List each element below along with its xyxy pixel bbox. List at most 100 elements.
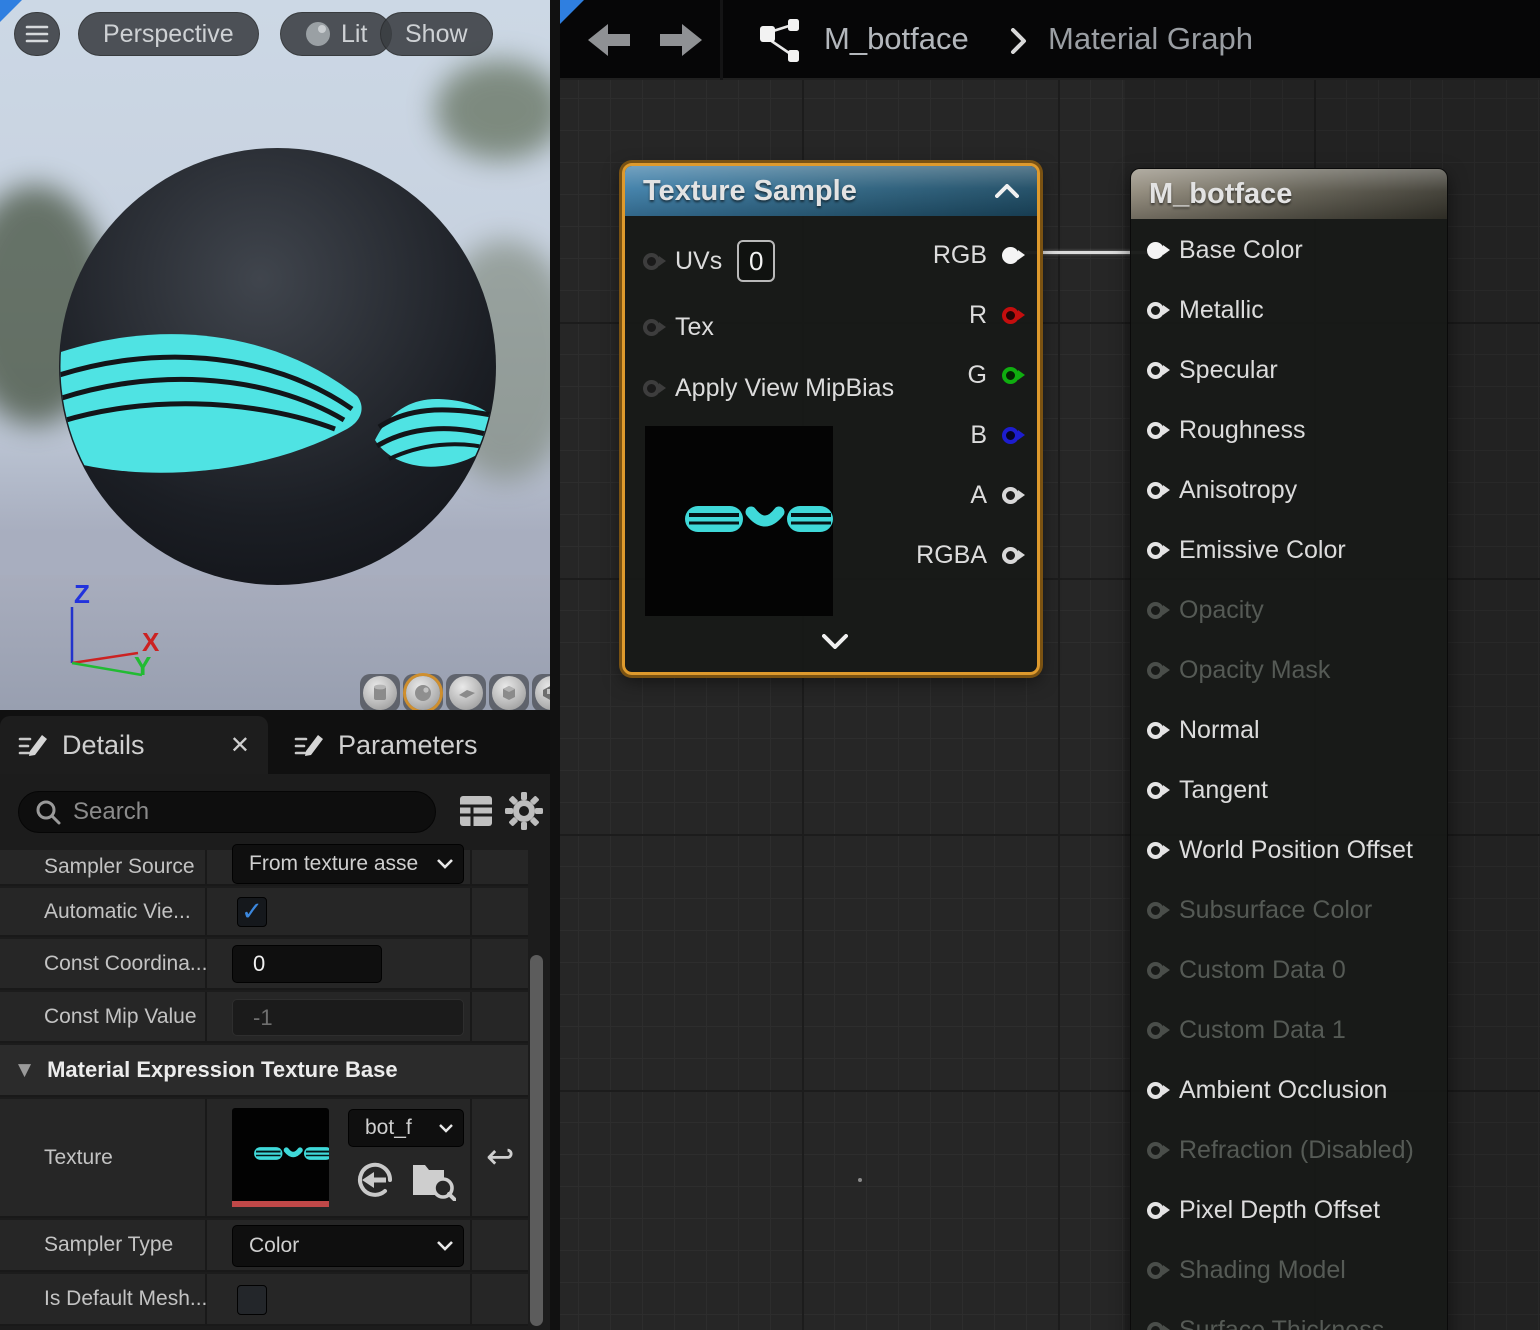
texture-sample-header[interactable]: Texture Sample — [625, 166, 1037, 216]
pin-row-shading-model: Shading Model — [1147, 1247, 1346, 1293]
reset-to-default-icon[interactable]: ↩ — [486, 1137, 515, 1177]
input-apply-view-mipbias[interactable]: Apply View MipBias — [643, 365, 894, 411]
pin-row-world-position-offset[interactable]: World Position Offset — [1147, 827, 1413, 873]
pin-tex[interactable] — [643, 319, 660, 336]
const-coordinate-input[interactable]: 0 — [232, 945, 382, 983]
expand-chevron-down-icon[interactable] — [822, 634, 848, 649]
show-button[interactable]: Show — [380, 12, 493, 56]
pin-base-color[interactable] — [1147, 242, 1164, 259]
pin-roughness[interactable] — [1147, 422, 1164, 439]
breadcrumb-asset[interactable]: M_botface — [824, 21, 969, 57]
pin-row-anisotropy[interactable]: Anisotropy — [1147, 467, 1297, 513]
pin-world-position-offset[interactable] — [1147, 842, 1164, 859]
pin-a[interactable] — [1002, 487, 1019, 504]
pin-tangent[interactable] — [1147, 782, 1164, 799]
pin-row-tangent[interactable]: Tangent — [1147, 767, 1268, 813]
pin-anisotropy[interactable] — [1147, 482, 1164, 499]
output-r[interactable]: R — [969, 292, 1019, 338]
pin-row-roughness[interactable]: Roughness — [1147, 407, 1305, 453]
lit-label: Lit — [341, 20, 367, 49]
pin-row-normal[interactable]: Normal — [1147, 707, 1260, 753]
lit-button[interactable]: Lit — [280, 12, 392, 56]
perspective-button[interactable]: Perspective — [78, 12, 259, 56]
pin-r[interactable] — [1002, 307, 1019, 324]
is-default-mesh-checkbox[interactable] — [237, 1285, 267, 1315]
pin-g[interactable] — [1002, 367, 1019, 384]
opacity-label: Opacity — [1179, 596, 1264, 625]
r-label: R — [969, 301, 987, 330]
pin-row-emissive-color[interactable]: Emissive Color — [1147, 527, 1346, 573]
lit-sphere-icon — [305, 21, 331, 47]
input-tex[interactable]: Tex — [643, 304, 714, 350]
pin-b[interactable] — [1002, 427, 1019, 444]
result-node-header[interactable]: M_botface — [1131, 169, 1447, 219]
shape-mesh-button[interactable] — [532, 674, 550, 710]
pin-rgba[interactable] — [1002, 547, 1019, 564]
cube-icon — [499, 683, 519, 703]
pin-normal[interactable] — [1147, 722, 1164, 739]
output-rgb[interactable]: RGB — [933, 232, 1019, 278]
texture-sample-node[interactable]: Texture Sample UVs 0 Tex Apply View MipB… — [622, 163, 1040, 675]
uvs-value-box[interactable]: 0 — [737, 240, 775, 282]
material-result-node[interactable]: M_botface Base Color Metallic Specular R… — [1130, 168, 1448, 1330]
automatic-view-checkbox[interactable]: ✓ — [237, 897, 267, 927]
back-icon[interactable] — [588, 24, 630, 56]
pin-specular[interactable] — [1147, 362, 1164, 379]
search-field[interactable] — [18, 791, 436, 833]
pin-uvs[interactable] — [643, 253, 660, 270]
opacity-mask-label: Opacity Mask — [1179, 656, 1330, 685]
pin-rgb[interactable] — [1002, 247, 1019, 264]
use-selected-asset-icon[interactable] — [356, 1161, 394, 1199]
browse-to-asset-icon[interactable] — [410, 1157, 456, 1201]
output-b[interactable]: B — [970, 412, 1019, 458]
pin-row-base-color[interactable]: Base Color — [1147, 227, 1303, 273]
display-filter-icon[interactable] — [458, 794, 494, 828]
sampler-source-dropdown[interactable]: From texture asse — [232, 844, 464, 884]
settings-gear-icon[interactable] — [504, 791, 544, 831]
pin-row-metallic[interactable]: Metallic — [1147, 287, 1264, 333]
pin-row-ambient-occlusion[interactable]: Ambient Occlusion — [1147, 1067, 1387, 1113]
texture-asset-dropdown[interactable]: bot_f — [348, 1109, 464, 1147]
pin-ambient-occlusion[interactable] — [1147, 1082, 1164, 1099]
shape-sphere-button[interactable] — [403, 674, 443, 710]
shape-cube-button[interactable] — [489, 674, 529, 710]
const-mip-value-label: Const Mip Value — [44, 1005, 197, 1029]
hamburger-icon — [25, 24, 49, 44]
sampler-type-dropdown[interactable]: Color — [232, 1225, 464, 1267]
rgba-label: RGBA — [916, 541, 987, 570]
active-panel-corner — [0, 0, 22, 22]
pin-apply-view-mipbias[interactable] — [643, 380, 660, 397]
const-coordinate-value: 0 — [253, 951, 265, 977]
search-input[interactable] — [73, 798, 403, 826]
material-preview-viewport[interactable]: Perspective Lit Show Z X Y — [0, 0, 550, 710]
pin-shading-model — [1147, 1262, 1164, 1279]
pin-row-pixel-depth-offset[interactable]: Pixel Depth Offset — [1147, 1187, 1380, 1233]
shading-model-label: Shading Model — [1179, 1256, 1346, 1285]
pin-pixel-depth-offset[interactable] — [1147, 1202, 1164, 1219]
shape-plane-button[interactable] — [446, 674, 486, 710]
section-collapse-triangle-icon[interactable]: ▼ — [18, 1060, 31, 1080]
pin-surface-thickness — [1147, 1322, 1164, 1330]
material-graph-panel[interactable]: M_botface Material Graph Texture Sample … — [560, 0, 1540, 1330]
texture-thumbnail[interactable] — [232, 1108, 329, 1207]
shape-cylinder-button[interactable] — [360, 674, 400, 710]
pin-opacity-mask — [1147, 662, 1164, 679]
collapse-chevron-up-icon[interactable] — [995, 184, 1019, 198]
preview-sphere[interactable] — [59, 148, 496, 585]
close-tab-icon[interactable]: ✕ — [230, 731, 250, 760]
pin-row-specular[interactable]: Specular — [1147, 347, 1278, 393]
input-uvs[interactable]: UVs 0 — [643, 238, 775, 284]
pin-metallic[interactable] — [1147, 302, 1164, 319]
pin-emissive-color[interactable] — [1147, 542, 1164, 559]
output-rgba[interactable]: RGBA — [916, 532, 1019, 578]
tab-details[interactable]: Details ✕ — [0, 716, 268, 774]
forward-icon[interactable] — [660, 24, 702, 56]
details-scrollbar[interactable] — [530, 955, 543, 1326]
const-mip-value-input[interactable]: -1 — [232, 999, 464, 1036]
chevron-down-icon — [437, 1241, 453, 1251]
section-material-expression-texture-base[interactable]: ▼ Material Expression Texture Base — [0, 1045, 528, 1097]
texture-sample-title: Texture Sample — [643, 175, 857, 208]
output-a[interactable]: A — [970, 472, 1019, 518]
output-g[interactable]: G — [968, 352, 1019, 398]
tab-parameters[interactable]: Parameters — [276, 716, 496, 774]
